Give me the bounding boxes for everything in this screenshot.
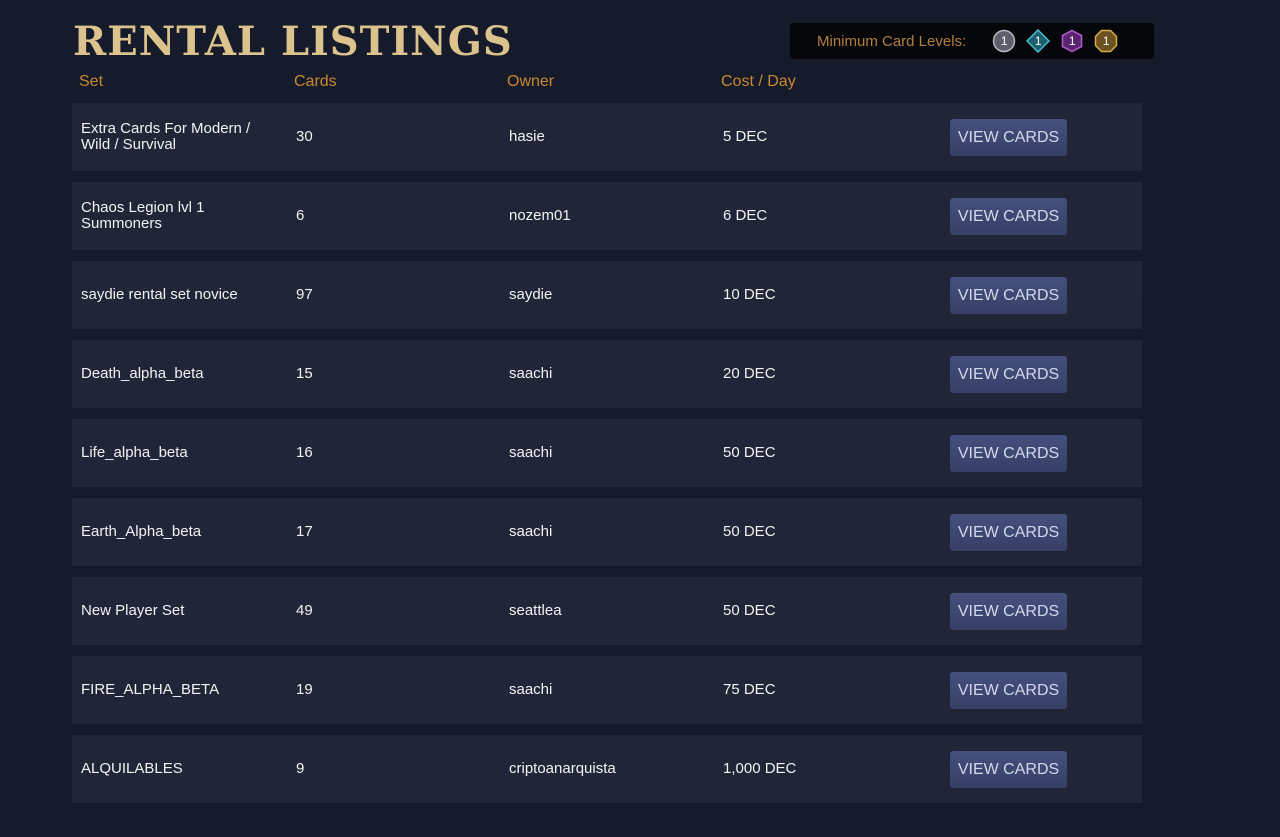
rental-listing-rows: Extra Cards For Modern / Wild / Survival… (72, 103, 1142, 814)
common-level-value: 1 (1000, 34, 1008, 48)
set-name: Earth_Alpha_beta (81, 523, 202, 540)
owner-name: saachi (509, 365, 553, 382)
legendary-level-value: 1 (1102, 34, 1110, 48)
owner-name: nozem01 (509, 207, 571, 224)
card-count: 30 (296, 128, 313, 145)
rental-listings-page: RENTAL LISTINGS Minimum Card Levels: 1 1… (0, 0, 1280, 837)
view-cards-button[interactable]: VIEW CARDS (950, 277, 1067, 314)
set-name: Death_alpha_beta (81, 365, 204, 382)
minimum-card-levels-label: Minimum Card Levels: (817, 32, 967, 50)
rare-level-value: 1 (1034, 34, 1042, 48)
owner-name: saachi (509, 523, 553, 540)
set-name: Chaos Legion lvl 1 Summoners (81, 199, 205, 232)
owner-name: hasie (509, 128, 545, 145)
set-name: New Player Set (81, 602, 185, 619)
rare-rarity-icon[interactable]: 1 (1026, 29, 1051, 53)
table-row: New Player Set 49 seattlea 50 DEC VIEW C… (72, 577, 1142, 645)
view-cards-button[interactable]: VIEW CARDS (950, 119, 1067, 156)
card-count: 15 (296, 365, 313, 382)
table-header: Set Cards Owner Cost / Day (0, 73, 1280, 95)
view-cards-button[interactable]: VIEW CARDS (950, 435, 1067, 472)
table-row: Life_alpha_beta 16 saachi 50 DEC VIEW CA… (72, 419, 1142, 487)
table-row: Death_alpha_beta 15 saachi 20 DEC VIEW C… (72, 340, 1142, 408)
header-cards[interactable]: Cards (294, 73, 337, 91)
cost-per-day: 75 DEC (723, 681, 776, 698)
common-rarity-icon[interactable]: 1 (992, 29, 1016, 53)
owner-name: seattlea (509, 602, 562, 619)
set-name: Life_alpha_beta (81, 444, 188, 461)
cost-per-day: 20 DEC (723, 365, 776, 382)
cost-per-day: 1,000 DEC (723, 760, 797, 777)
card-count: 17 (296, 523, 313, 540)
set-name: saydie rental set novice (81, 286, 238, 303)
table-row: Extra Cards For Modern / Wild / Survival… (72, 103, 1142, 171)
card-count: 49 (296, 602, 313, 619)
view-cards-button[interactable]: VIEW CARDS (950, 672, 1067, 709)
header-cost-per-day[interactable]: Cost / Day (721, 73, 796, 91)
owner-name: saachi (509, 681, 553, 698)
table-row: Earth_Alpha_beta 17 saachi 50 DEC VIEW C… (72, 498, 1142, 566)
cost-per-day: 50 DEC (723, 523, 776, 540)
view-cards-button[interactable]: VIEW CARDS (950, 198, 1067, 235)
epic-level-value: 1 (1068, 34, 1076, 48)
view-cards-button[interactable]: VIEW CARDS (950, 356, 1067, 393)
set-name: FIRE_ALPHA_BETA (81, 681, 220, 698)
card-count: 97 (296, 286, 313, 303)
card-count: 6 (296, 207, 305, 224)
cost-per-day: 50 DEC (723, 444, 776, 461)
owner-name: saydie (509, 286, 553, 303)
table-row: FIRE_ALPHA_BETA 19 saachi 75 DEC VIEW CA… (72, 656, 1142, 724)
table-row: saydie rental set novice 97 saydie 10 DE… (72, 261, 1142, 329)
page-title: RENTAL LISTINGS (73, 18, 513, 65)
cost-per-day: 10 DEC (723, 286, 776, 303)
minimum-card-levels-panel: Minimum Card Levels: 1 1 1 1 (790, 23, 1154, 59)
table-row: Chaos Legion lvl 1 Summoners 6 nozem01 6… (72, 182, 1142, 250)
view-cards-button[interactable]: VIEW CARDS (950, 514, 1067, 551)
epic-rarity-icon[interactable]: 1 (1060, 29, 1084, 53)
view-cards-button[interactable]: VIEW CARDS (950, 751, 1067, 788)
cost-per-day: 50 DEC (723, 602, 776, 619)
cost-per-day: 6 DEC (723, 207, 768, 224)
set-name: ALQUILABLES (81, 760, 183, 777)
card-count: 16 (296, 444, 313, 461)
owner-name: saachi (509, 444, 553, 461)
legendary-rarity-icon[interactable]: 1 (1094, 29, 1118, 53)
owner-name: criptoanarquista (509, 760, 616, 777)
cost-per-day: 5 DEC (723, 128, 768, 145)
set-name: Extra Cards For Modern / Wild / Survival (81, 120, 251, 153)
table-row: ALQUILABLES 9 criptoanarquista 1,000 DEC… (72, 735, 1142, 803)
card-count: 9 (296, 760, 305, 777)
header-owner[interactable]: Owner (507, 73, 554, 91)
header-set[interactable]: Set (79, 73, 103, 91)
view-cards-button[interactable]: VIEW CARDS (950, 593, 1067, 630)
card-count: 19 (296, 681, 313, 698)
